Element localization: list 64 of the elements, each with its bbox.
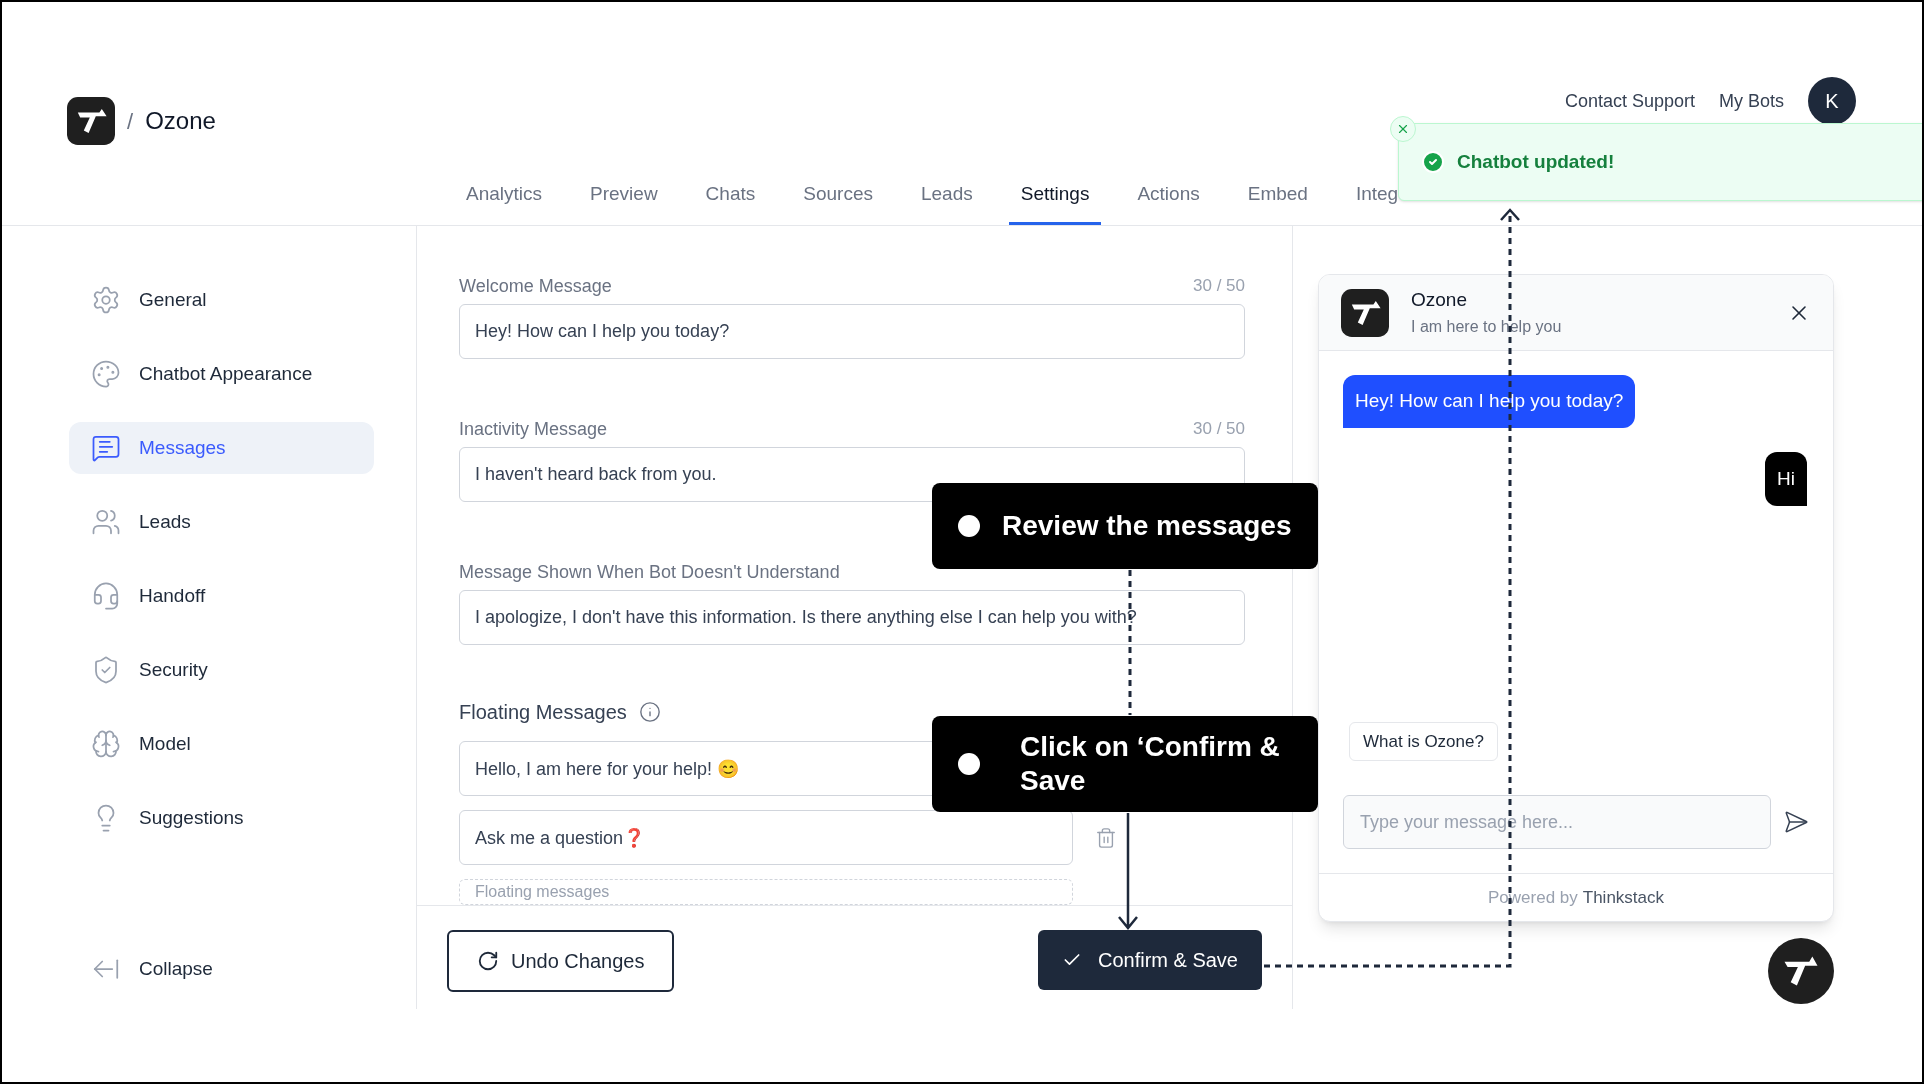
nav-tab[interactable]: Integ — [1343, 179, 1411, 225]
sidebar-item[interactable]: General — [69, 274, 374, 326]
headset-icon — [91, 581, 121, 611]
nav-tab[interactable]: Settings — [1008, 179, 1102, 225]
users-icon — [91, 507, 121, 537]
gear-icon — [91, 285, 121, 315]
nav-tab[interactable]: Chats — [693, 179, 768, 225]
collapse-button[interactable]: Collapse — [69, 954, 374, 984]
confirm-save-button[interactable]: Confirm & Save — [1037, 930, 1262, 990]
message-input[interactable]: I haven't heard back from you. — [459, 447, 1245, 502]
sidebar-item[interactable]: Handoff — [69, 570, 374, 622]
chat-title: Ozone — [1411, 288, 1468, 313]
field-label: Message Shown When Bot Doesn't Understand — [459, 560, 840, 584]
nav-tab[interactable]: Actions — [1125, 179, 1212, 225]
bot-message: Hey! How can I help you today? — [1343, 375, 1636, 428]
trash-icon[interactable] — [1095, 826, 1117, 849]
nav-tab[interactable]: Preview — [578, 179, 670, 225]
character-count: 30 / 50 — [1193, 275, 1245, 298]
palette-icon — [91, 359, 121, 389]
chat-launcher-icon[interactable] — [1768, 938, 1834, 1004]
toast-message: Chatbot updated! — [1457, 149, 1615, 174]
undo-icon — [477, 950, 499, 972]
header-link[interactable]: My Bots — [1719, 87, 1784, 115]
sidebar-item[interactable]: Chatbot Appearance — [69, 348, 374, 400]
info-icon — [638, 701, 661, 723]
breadcrumb-separator: / — [127, 107, 134, 136]
chat-subtitle: I am here to help you — [1411, 316, 1562, 337]
message-input[interactable]: I apologize, I don't have this information. Is there anything else I can help you with? — [459, 590, 1245, 645]
brain-icon — [91, 729, 121, 759]
user-message: Hi — [1765, 451, 1807, 506]
undo-button[interactable]: Undo Changes — [447, 930, 675, 992]
header-link[interactable]: Contact Support — [1564, 87, 1695, 115]
close-icon — [1396, 122, 1410, 136]
sidebar-item[interactable]: Suggestions — [69, 792, 374, 844]
suggestion-chip[interactable]: What is Ozone? — [1349, 721, 1498, 761]
message-input[interactable]: Hey! How can I help you today? — [459, 304, 1245, 359]
close-toast-button[interactable] — [1390, 116, 1416, 142]
callout-text: Review the messages — [1002, 509, 1293, 543]
floating-message-input[interactable]: Ask me a question❓ — [459, 810, 1073, 865]
nav-tab[interactable]: Analytics — [454, 179, 555, 225]
bullet-icon — [958, 753, 980, 775]
nav-tab[interactable]: Embed — [1235, 179, 1320, 225]
sidebar-item[interactable]: Model — [69, 718, 374, 770]
floating-message-input[interactable]: Floating messages — [459, 879, 1073, 905]
avatar[interactable]: K — [1808, 77, 1856, 125]
sidebar-item[interactable]: Messages — [69, 422, 374, 474]
send-icon[interactable] — [1783, 809, 1809, 835]
check-circle-icon — [1421, 150, 1445, 174]
sidebar-item[interactable]: Security — [69, 644, 374, 696]
chat-input[interactable]: Type your message here... — [1343, 795, 1772, 849]
bot-name: Ozone — [145, 106, 216, 136]
bullet-icon — [958, 515, 980, 537]
powered-by-text: Powered by — [1488, 886, 1578, 909]
field-label: Welcome Message — [459, 274, 612, 298]
bot-logo-icon — [1341, 288, 1389, 337]
nav-tab[interactable]: Sources — [791, 179, 885, 225]
brand-link[interactable]: Thinkstack — [1582, 884, 1664, 911]
field-label: Inactivity Message — [459, 417, 608, 441]
sidebar-item[interactable]: Leads — [69, 496, 374, 548]
logo-icon — [67, 97, 115, 145]
section-title: Floating Messages — [459, 700, 627, 725]
nav-tab[interactable]: Leads — [908, 179, 985, 225]
character-count: 30 / 50 — [1193, 418, 1245, 441]
message-icon — [91, 433, 121, 463]
